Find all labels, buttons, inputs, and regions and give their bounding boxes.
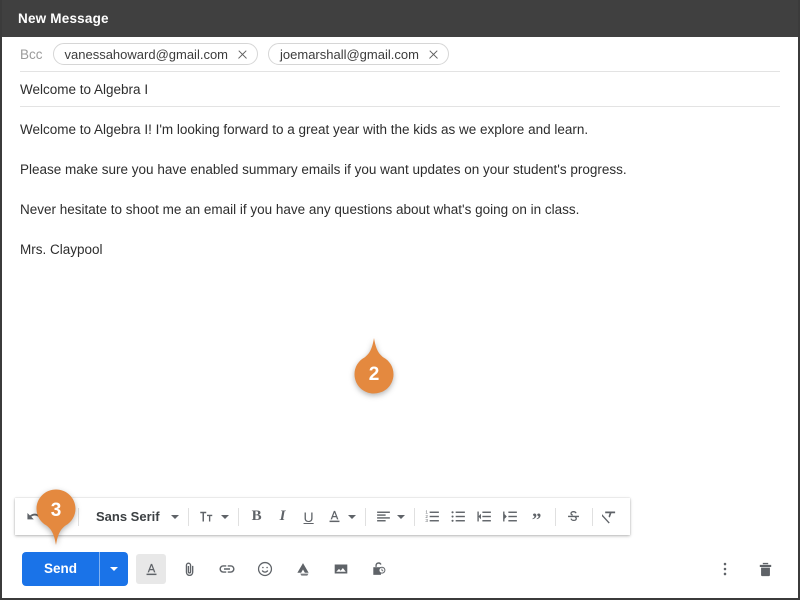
insert-emoji-icon[interactable] <box>250 554 280 584</box>
chevron-down-icon <box>220 514 229 519</box>
attach-file-icon[interactable] <box>174 554 204 584</box>
toolbar-divider <box>364 507 366 526</box>
indent-less-icon[interactable] <box>472 503 498 531</box>
new-message-window: New Message Bcc vanessahoward@gmail.com … <box>0 0 800 600</box>
subject-value: Welcome to Algebra I <box>20 81 149 97</box>
toolbar-divider <box>413 507 415 526</box>
chevron-down-icon <box>170 514 179 519</box>
chevron-down-icon <box>110 567 119 571</box>
underline-button[interactable]: U <box>296 503 322 531</box>
formatting-options-icon[interactable] <box>136 554 167 584</box>
callout-marker-2-number: 2 <box>368 364 380 385</box>
callout-marker-3-number: 3 <box>50 500 62 521</box>
recipient-chip[interactable]: joemarshall@gmail.com <box>268 43 449 65</box>
italic-label: I <box>279 508 286 524</box>
text-color-button[interactable] <box>322 503 360 531</box>
align-button[interactable] <box>371 503 409 531</box>
font-family-label: Sans Serif <box>96 509 160 524</box>
window-header: New Message <box>2 0 798 37</box>
body-paragraph: Never hesitate to shoot me an email if y… <box>20 201 580 217</box>
font-size-selector[interactable] <box>194 503 233 531</box>
bcc-label: Bcc <box>20 46 43 62</box>
send-options-button[interactable] <box>100 552 128 586</box>
google-drive-icon[interactable] <box>288 554 318 584</box>
insert-photo-icon[interactable] <box>326 554 356 584</box>
trash-icon[interactable] <box>750 554 780 584</box>
recipient-chip[interactable]: vanessahoward@gmail.com <box>52 43 259 65</box>
close-icon[interactable] <box>428 49 439 60</box>
quote-button[interactable]: ” <box>524 503 550 531</box>
underline-label: U <box>303 508 314 525</box>
strikethrough-icon[interactable] <box>561 503 587 531</box>
chevron-down-icon <box>396 514 405 519</box>
italic-button[interactable]: I <box>270 503 296 531</box>
confidential-mode-icon[interactable] <box>364 554 394 584</box>
bold-label: B <box>251 508 262 524</box>
chevron-down-icon <box>347 514 356 519</box>
svg-text:3: 3 <box>426 518 429 523</box>
subject-input[interactable]: Welcome to Algebra I <box>20 72 780 107</box>
recipient-address: vanessahoward@gmail.com <box>64 46 229 62</box>
toolbar-divider <box>554 507 556 526</box>
body-paragraph: Please make sure you have enabled summar… <box>20 161 627 177</box>
bulleted-list-icon[interactable] <box>446 503 472 531</box>
toolbar-divider <box>237 507 239 526</box>
toolbar-divider <box>591 507 593 526</box>
remove-formatting-icon[interactable] <box>598 503 624 531</box>
callout-marker-2: 2 <box>350 338 398 396</box>
send-button[interactable]: Send <box>22 552 129 586</box>
formatting-toolbar: Sans Serif B I U 1 2 3 ” <box>15 498 630 535</box>
indent-more-icon[interactable] <box>498 503 524 531</box>
send-label: Send <box>44 561 78 576</box>
insert-link-icon[interactable] <box>212 554 242 584</box>
font-family-selector[interactable]: Sans Serif <box>84 503 183 531</box>
body-paragraph: Welcome to Algebra I! I'm looking forwar… <box>20 122 589 137</box>
body-signature: Mrs. Claypool <box>20 241 103 257</box>
bold-button[interactable]: B <box>244 503 270 531</box>
close-icon[interactable] <box>237 49 248 60</box>
more-options-icon[interactable] <box>710 554 740 584</box>
numbered-list-icon[interactable]: 1 2 3 <box>420 503 446 531</box>
message-body-input[interactable]: Welcome to Algebra I! I'm looking forwar… <box>20 107 780 259</box>
recipient-address: joemarshall@gmail.com <box>280 46 419 62</box>
callout-marker-3: 3 <box>32 487 80 545</box>
bcc-field-row[interactable]: Bcc vanessahoward@gmail.com joemarshall@… <box>20 37 780 72</box>
page-title: New Message <box>18 11 109 26</box>
compose-action-bar: Send <box>2 540 798 598</box>
toolbar-divider <box>187 507 189 526</box>
